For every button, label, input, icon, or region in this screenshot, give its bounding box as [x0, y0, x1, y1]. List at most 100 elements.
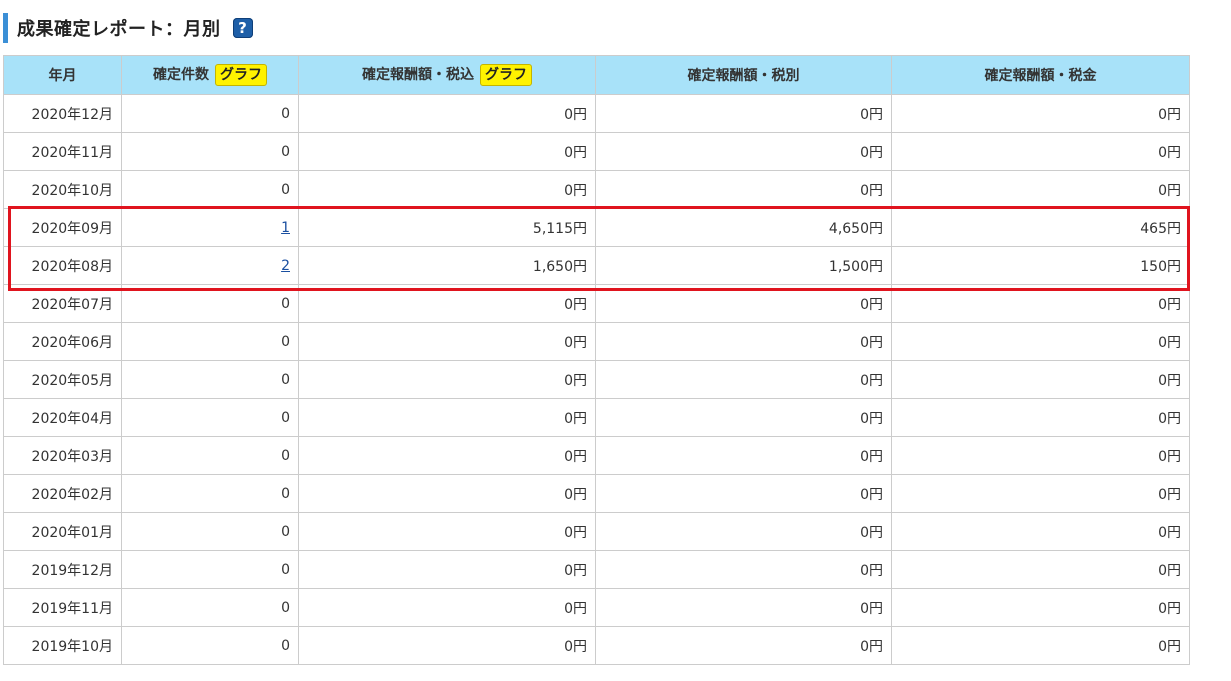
- cell-count-value: 0: [281, 143, 290, 160]
- table-row: 2019年10月 0 0円 0円 0円: [3, 626, 1190, 665]
- cell-tax-incl-value: 0円: [564, 334, 587, 351]
- cell-tax-excl: 0円: [595, 170, 892, 209]
- cell-count-value: 0: [281, 485, 290, 502]
- monthly-report-table: 年月 確定件数 グラフ 確定報酬額・税込 グラフ 確定報酬額・税別 確定報酬額・税金…: [3, 55, 1190, 665]
- cell-tax-excl: 0円: [595, 626, 892, 665]
- cell-tax-incl: 0円: [298, 626, 596, 665]
- cell-tax-value: 150円: [1140, 258, 1181, 275]
- table-row: 2020年06月 0 0円 0円 0円: [3, 322, 1190, 361]
- cell-tax-excl: 0円: [595, 398, 892, 437]
- cell-count-value: 0: [281, 409, 290, 426]
- cell-month-value: 2020年03月: [31, 448, 113, 465]
- cell-tax-incl-value: 5,115円: [532, 220, 587, 237]
- count-link[interactable]: 1: [281, 220, 290, 236]
- cell-tax-excl: 0円: [595, 436, 892, 475]
- cell-tax-incl-value: 0円: [564, 182, 587, 199]
- cell-tax-incl: 0円: [298, 474, 596, 513]
- cell-month: 2020年04月: [3, 398, 122, 437]
- cell-tax-excl-value: 1,500円: [828, 258, 883, 275]
- cell-month: 2020年11月: [3, 132, 122, 171]
- cell-month: 2020年08月: [3, 246, 122, 285]
- header-tax-incl: 確定報酬額・税込 グラフ: [298, 55, 596, 95]
- cell-tax-excl: 0円: [595, 132, 892, 171]
- table-body: 2020年12月 0 0円 0円 0円 2020年11月 0 0円 0円 0円 2020年10月 0 0…: [3, 94, 1190, 665]
- cell-count: 0: [121, 94, 299, 133]
- cell-count: 0: [121, 132, 299, 171]
- cell-count-value: 0: [281, 637, 290, 654]
- cell-month: 2019年10月: [3, 626, 122, 665]
- table-row: 2020年05月 0 0円 0円 0円: [3, 360, 1190, 399]
- cell-tax-excl-value: 0円: [860, 486, 883, 503]
- cell-tax-incl: 1,650円: [298, 246, 596, 285]
- table-row: 2020年03月 0 0円 0円 0円: [3, 436, 1190, 475]
- cell-count: 2: [121, 246, 299, 285]
- cell-month: 2020年02月: [3, 474, 122, 513]
- cell-tax-incl-value: 0円: [564, 448, 587, 465]
- cell-tax-excl: 4,650円: [595, 208, 892, 247]
- cell-tax-incl: 0円: [298, 284, 596, 323]
- cell-tax-incl-value: 0円: [564, 144, 587, 161]
- count-graph-button[interactable]: グラフ: [215, 64, 267, 86]
- cell-tax-value: 0円: [1158, 410, 1181, 427]
- table-row: 2020年12月 0 0円 0円 0円: [3, 94, 1190, 133]
- cell-tax-incl-value: 0円: [564, 524, 587, 541]
- table-row: 2019年12月 0 0円 0円 0円: [3, 550, 1190, 589]
- cell-tax-value: 0円: [1158, 296, 1181, 313]
- cell-tax-excl: 0円: [595, 284, 892, 323]
- cell-count-value: 0: [281, 105, 290, 122]
- cell-tax-excl: 0円: [595, 94, 892, 133]
- cell-count: 0: [121, 170, 299, 209]
- help-icon[interactable]: ?: [232, 18, 253, 38]
- cell-count: 0: [121, 512, 299, 551]
- cell-tax-excl-value: 0円: [860, 372, 883, 389]
- cell-tax-incl: 0円: [298, 398, 596, 437]
- cell-month-value: 2020年05月: [31, 372, 113, 389]
- cell-count: 0: [121, 550, 299, 589]
- cell-tax-excl-value: 0円: [860, 334, 883, 351]
- cell-count-value: 0: [281, 181, 290, 198]
- cell-count: 0: [121, 322, 299, 361]
- cell-tax: 0円: [891, 284, 1190, 323]
- cell-month: 2020年06月: [3, 322, 122, 361]
- cell-tax-value: 0円: [1158, 486, 1181, 503]
- cell-count-value: 0: [281, 523, 290, 540]
- cell-count-value: 0: [281, 333, 290, 350]
- table-row: 2020年04月 0 0円 0円 0円: [3, 398, 1190, 437]
- cell-month: 2020年09月: [3, 208, 122, 247]
- cell-month: 2020年03月: [3, 436, 122, 475]
- cell-tax-excl: 0円: [595, 550, 892, 589]
- count-link[interactable]: 2: [281, 258, 290, 274]
- cell-tax-value: 0円: [1158, 182, 1181, 199]
- cell-tax-value: 0円: [1158, 334, 1181, 351]
- table-row: 2020年10月 0 0円 0円 0円: [3, 170, 1190, 209]
- cell-count: 0: [121, 436, 299, 475]
- tax-incl-graph-button[interactable]: グラフ: [480, 64, 532, 86]
- cell-tax: 0円: [891, 398, 1190, 437]
- cell-count: 0: [121, 360, 299, 399]
- cell-count-value: 0: [281, 447, 290, 464]
- header-tax-excl: 確定報酬額・税別: [595, 55, 892, 95]
- cell-month-value: 2020年08月: [31, 258, 113, 275]
- cell-tax: 465円: [891, 208, 1190, 247]
- cell-tax-incl: 0円: [298, 94, 596, 133]
- cell-tax-incl-value: 0円: [564, 106, 587, 123]
- cell-month: 2020年10月: [3, 170, 122, 209]
- cell-tax-incl-value: 0円: [564, 600, 587, 617]
- cell-tax-value: 0円: [1158, 638, 1181, 655]
- cell-count: 0: [121, 588, 299, 627]
- page-title-bar: 成果確定レポート：月別 ?: [3, 13, 253, 43]
- cell-count-value: 0: [281, 371, 290, 388]
- cell-tax: 0円: [891, 94, 1190, 133]
- cell-tax-excl-value: 0円: [860, 562, 883, 579]
- cell-tax: 0円: [891, 512, 1190, 551]
- cell-month: 2019年11月: [3, 588, 122, 627]
- cell-month-value: 2020年12月: [31, 106, 113, 123]
- cell-tax: 0円: [891, 360, 1190, 399]
- cell-tax-excl-value: 0円: [860, 106, 883, 123]
- cell-month: 2019年12月: [3, 550, 122, 589]
- cell-month: 2020年07月: [3, 284, 122, 323]
- cell-tax-excl-value: 0円: [860, 448, 883, 465]
- cell-tax-excl-value: 0円: [860, 410, 883, 427]
- cell-tax-excl-value: 0円: [860, 600, 883, 617]
- cell-tax-value: 0円: [1158, 524, 1181, 541]
